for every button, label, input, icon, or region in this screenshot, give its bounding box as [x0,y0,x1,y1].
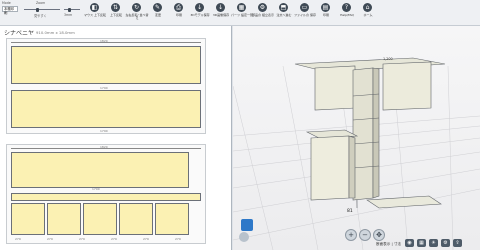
height-dimension-label: 81 [347,208,353,214]
material-title: シナベニヤ [4,30,35,37]
toolbar-button-label: ホーム [363,13,373,17]
bookshelf-model [294,57,446,209]
zoom-value: 3mm [64,13,73,17]
zoom-out-icon[interactable]: − [359,229,371,241]
panel-piece[interactable] [11,203,45,235]
sheet-1-top-dim: 1820 [100,39,108,43]
pan-icon[interactable]: ✥ [373,229,385,241]
part-icon: ▦ [237,3,246,12]
app-window: Mode 本棚印刷 Zoom 見やすく 3mm ◧ マウス 上下反転 ⇅ 上下反転 ↻ 左… [0,0,480,250]
view-mode-label: Mode [2,1,11,5]
3d-viewport[interactable]: 1,200 81 + − ✥ 断面表示 | 寸法 ◉ ▦ ☀ ⚙ ⇪ [233,26,480,250]
save-icon: ↓ [216,3,225,12]
top-dimension-label: 1,200 [383,57,393,61]
toolbar-button[interactable]: ⎙ 印刷 [170,2,188,24]
folder-icon: ▭ [300,3,309,12]
toolbar-button[interactable]: ⚙ 部品の 組立表示 [252,2,274,24]
sheet-2-top-dim: 1820 [100,145,108,149]
toolbar-button[interactable]: ◧ マウス 上下反転 [84,2,106,24]
grid-icon[interactable]: ▦ [417,239,426,247]
toolbar: Mode 本棚印刷 Zoom 見やすく 3mm ◧ マウス 上下反転 ⇅ 上下反転 ↻ 左… [0,0,480,26]
sheet-1-bottom-dim: 1790 [100,129,108,133]
layer-icon: ◧ [90,3,99,12]
view-mode-select[interactable]: 本棚印刷 [2,6,18,15]
home-icon: ⌂ [363,3,372,12]
view-cube-icon[interactable] [241,219,253,231]
assembly-icon: ⚙ [258,3,267,12]
sheet-2-mid-dim: 1700 [92,187,100,191]
piece-width-dim: 279 [79,237,85,241]
panel-piece[interactable] [11,193,201,201]
3d-scene: 1,200 81 [233,57,480,250]
rotate-icon: ↻ [132,3,141,12]
panel-piece[interactable] [155,203,189,235]
piece-width-dim: 279 [111,237,117,241]
piece-width-dim: 279 [47,237,53,241]
panel-piece[interactable] [47,203,81,235]
help-icon: ? [342,3,351,12]
sheet-1: 1820 1790 1790 [6,38,206,134]
piece-width-dim: 279 [15,237,21,241]
panel-piece[interactable] [11,90,201,128]
toolbar-button[interactable]: ↓ 3Dモデル保存 [190,2,210,24]
camera-icon[interactable]: ◉ [405,239,414,247]
print-icon: ⎙ [174,3,183,12]
toolbar-button[interactable]: ▦ パーツ 設定一覧 [231,2,253,24]
piece-width-dim: 279 [143,237,149,241]
panel-piece[interactable] [119,203,153,235]
download-icon: ↓ [195,3,204,12]
cart-icon: ⬒ [279,3,288,12]
toolbar-button[interactable]: ⇅ 上下反転 [107,2,125,24]
panel-piece[interactable] [11,152,189,188]
toolbar-button[interactable]: ↻ 左右反転/ 並べ替え [126,2,148,24]
flip-icon: ⇅ [111,3,120,12]
light-icon[interactable]: ☀ [429,239,438,247]
size-slider[interactable] [64,7,80,12]
toolbar-button[interactable]: ⬒ 注文へ進む [275,2,293,24]
toolbar-button[interactable]: ⌂ ホーム [359,2,377,24]
edit-icon: ✎ [153,3,162,12]
toolbar-button[interactable]: ↓ 3D画像保存 [212,2,230,24]
open-icon: ▤ [321,3,330,12]
zoom-slider[interactable] [24,7,60,12]
piece-width-dim: 279 [175,237,181,241]
zoom-in-icon[interactable]: + [345,229,357,241]
zoom-slider-knob[interactable] [36,7,39,12]
toolbar-button[interactable]: ✎ 変更 [149,2,167,24]
sheet-2: 1820 1700 279 279 279 279 279 279 [6,144,206,244]
orbit-icon[interactable] [239,232,249,242]
cutting-plan-pane: シナベニヤ 910.0mm x 18.0mm 1820 1790 1790 18… [0,26,232,250]
panel-piece[interactable] [83,203,117,235]
share-icon[interactable]: ⇪ [453,239,462,247]
zoom-label: Zoom [36,1,46,5]
toolbar-button[interactable]: ? Help/FAQ [338,2,356,24]
toolbar-button[interactable]: ▭ ファイルの 保存 [294,2,316,24]
settings-icon[interactable]: ⚙ [441,239,450,247]
panel-piece[interactable] [11,46,201,84]
zoom-small-label: 見やすく [34,14,47,18]
material-dimensions: 910.0mm x 18.0mm [36,29,75,35]
view-mode-text: 断面表示 | 寸法 [376,242,402,246]
toolbar-button[interactable]: ▤ 印刷 [317,2,335,24]
size-slider-knob[interactable] [68,7,71,12]
